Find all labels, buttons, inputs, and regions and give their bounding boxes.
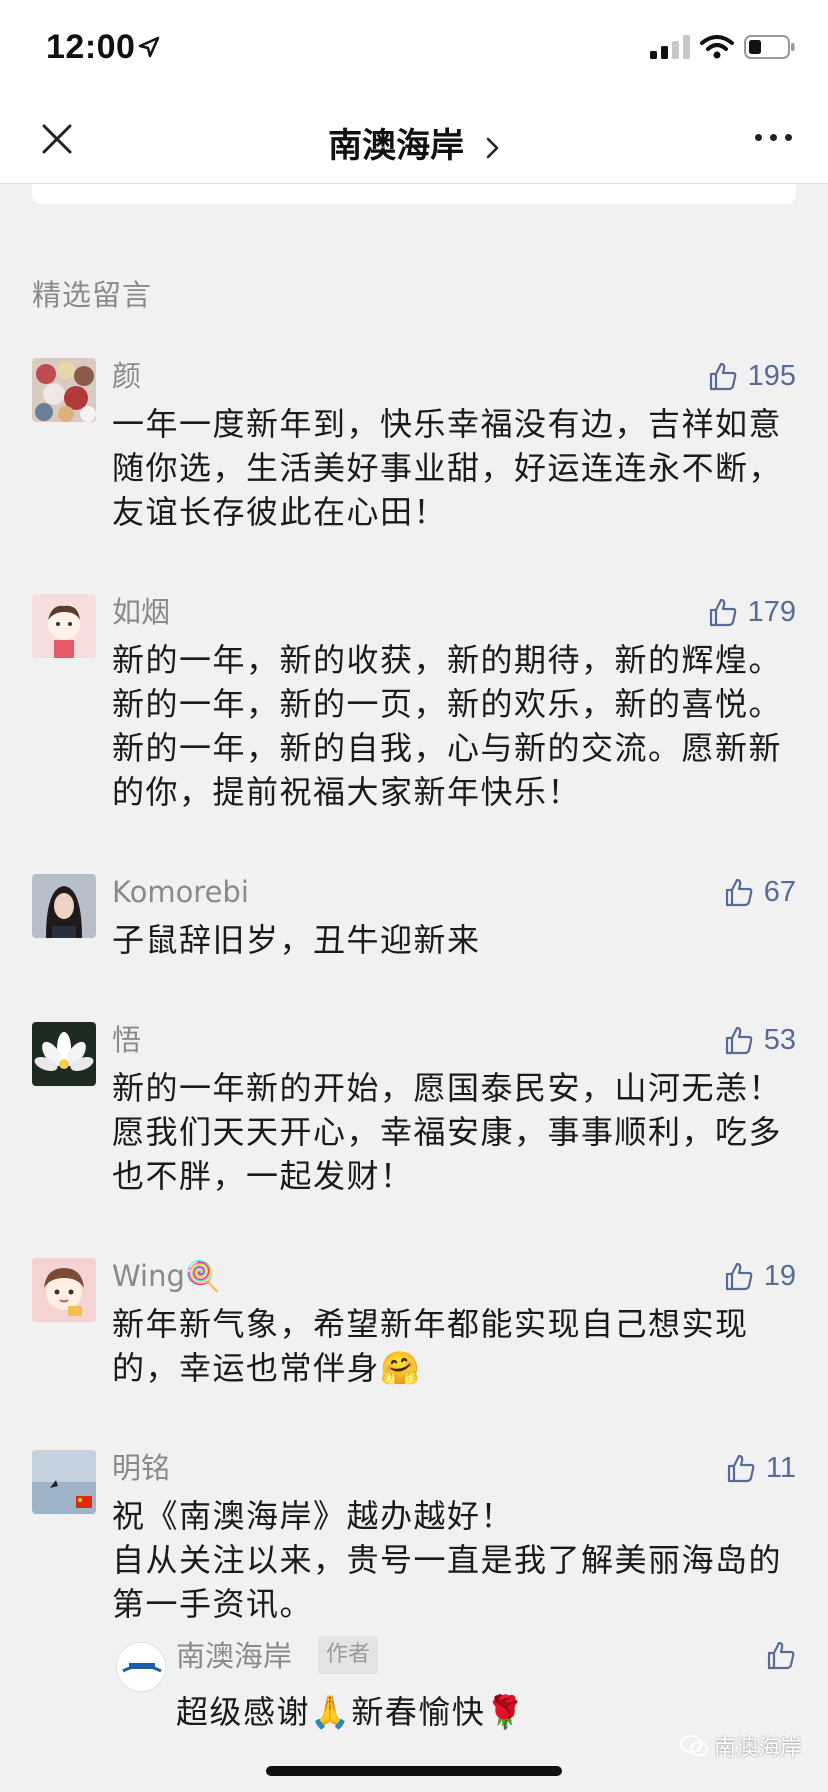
- comment-text-line: 祝《南澳海岸》越办越好！: [112, 1497, 515, 1535]
- status-time: 12:00: [46, 28, 136, 66]
- like-count: 53: [763, 1023, 796, 1056]
- comment-body: Wing🍭 19 新年新气象，希望新年都能实现自己想实现的，幸运也常伴身🤗: [112, 1258, 796, 1390]
- location-arrow-icon: [138, 36, 160, 58]
- like-button[interactable]: 179: [708, 594, 796, 630]
- comment-author: 悟: [112, 1023, 142, 1057]
- like-button[interactable]: 19: [724, 1258, 796, 1294]
- comment-body: 明铭 11 祝《南澳海岸》越办越好！ 自从关注以来，贵号一直是我了解美丽海岛的第…: [112, 1450, 796, 1626]
- comment-text: 新的一年新的开始，愿国泰民安，山河无恙！愿我们天天开心，幸福安康，事事顺利，吃多…: [112, 1069, 783, 1195]
- comment-body: 悟 53 新的一年新的开始，愿国泰民安，山河无恙！愿我们天天开心，幸福安康，事事…: [112, 1022, 796, 1198]
- comment-text: 新年新气象，希望新年都能实现自己想实现的，幸运也常伴身🤗: [112, 1305, 749, 1387]
- comment-body: 颜 195 一年一度新年到，快乐幸福没有边，吉祥如意随你选，生活美好事业甜，好运…: [112, 358, 796, 534]
- thumbs-up-icon: [725, 878, 753, 907]
- avatar[interactable]: [32, 358, 96, 422]
- comment-author: Wing🍭: [112, 1259, 221, 1293]
- article-card-bottom: [32, 184, 796, 204]
- avatar[interactable]: [32, 1258, 96, 1322]
- avatar[interactable]: [32, 874, 96, 938]
- section-title: 精选留言: [32, 278, 153, 312]
- battery-icon: [744, 35, 795, 59]
- like-count: 195: [747, 359, 796, 392]
- like-count: 19: [763, 1259, 796, 1292]
- avatar[interactable]: [32, 1450, 96, 1514]
- comment-text: 一年一度新年到，快乐幸福没有边，吉祥如意随你选，生活美好事业甜，好运连连永不断，…: [112, 405, 783, 531]
- wifi-icon: [700, 35, 734, 59]
- like-count: 179: [747, 595, 796, 628]
- like-count: 67: [763, 875, 796, 908]
- reply-text: 超级感谢🙏新春愉快🌹: [176, 1693, 527, 1731]
- comment-text: 祝《南澳海岸》越办越好！ 自从关注以来，贵号一直是我了解美丽海岛的第一手资讯。: [112, 1494, 796, 1626]
- thumbs-up-icon: [709, 598, 736, 627]
- author-avatar[interactable]: [116, 1642, 166, 1692]
- more-icon[interactable]: [755, 134, 792, 141]
- avatar[interactable]: [32, 594, 96, 658]
- like-button[interactable]: 195: [708, 358, 796, 394]
- author-badge: 作者: [318, 1636, 379, 1674]
- comment-text: 子鼠辞旧岁，丑牛迎新来: [112, 921, 481, 959]
- status-indicators: [650, 34, 796, 60]
- comment-author: 颜: [112, 359, 142, 393]
- comment-author: Komorebi: [112, 875, 249, 909]
- chevron-right-icon: [486, 137, 499, 158]
- avatar[interactable]: [32, 1022, 96, 1086]
- thumbs-up-icon: [767, 1641, 795, 1670]
- like-count: 11: [765, 1451, 796, 1484]
- nav-title-text: 南澳海岸: [328, 126, 465, 166]
- nav-bar: 南澳海岸: [0, 90, 828, 184]
- thumbs-up-icon: [725, 1262, 753, 1291]
- like-button[interactable]: 67: [724, 874, 796, 910]
- status-bar: 12:00: [0, 0, 828, 90]
- thumbs-up-icon: [725, 1026, 753, 1055]
- like-button[interactable]: 11: [726, 1450, 796, 1486]
- like-button[interactable]: 53: [724, 1022, 796, 1058]
- comment-author: 明铭: [112, 1451, 171, 1485]
- signal-icon: [650, 35, 690, 59]
- like-button[interactable]: [766, 1640, 796, 1674]
- account-title-link[interactable]: 南澳海岸: [0, 118, 828, 167]
- comment-author: 如烟: [112, 595, 171, 629]
- comment-body: 如烟 179 新的一年，新的收获，新的期待，新的辉煌。新的一年，新的一页，新的欢…: [112, 594, 796, 814]
- thumbs-up-icon: [709, 362, 736, 391]
- comment-text: 新的一年，新的收获，新的期待，新的辉煌。新的一年，新的一页，新的欢乐，新的喜悦。…: [112, 641, 783, 811]
- watermark-text: 南澳海岸: [713, 1736, 802, 1761]
- comment-body: Komorebi 67 子鼠辞旧岁，丑牛迎新来: [112, 874, 796, 962]
- thumbs-up-icon: [727, 1454, 755, 1483]
- watermark: 南澳海岸: [679, 1730, 802, 1762]
- author-name: 南澳海岸: [176, 1639, 293, 1673]
- wechat-icon: [679, 1735, 708, 1757]
- comment-text-line: 自从关注以来，贵号一直是我了解美丽海岛的第一手资讯。: [112, 1541, 783, 1623]
- home-indicator[interactable]: [266, 1766, 562, 1776]
